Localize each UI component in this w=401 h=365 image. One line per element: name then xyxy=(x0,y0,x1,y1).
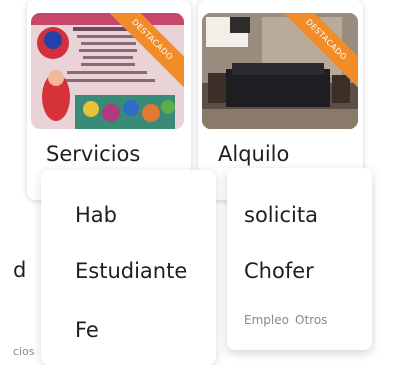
collage-image xyxy=(31,13,184,129)
bedroom-image xyxy=(202,13,358,129)
tag-empleo[interactable]: Empleo xyxy=(244,313,289,327)
category-panel-left: Hab Estudiante Fe xyxy=(41,170,216,365)
card-title[interactable]: Servicios xyxy=(46,142,140,166)
menu-item-solicita[interactable]: solicita xyxy=(244,203,318,227)
listing-image-collage[interactable]: DESTACADO xyxy=(31,13,184,129)
menu-item-fe[interactable]: Fe xyxy=(75,318,99,342)
menu-item-chofer[interactable]: Chofer xyxy=(244,259,314,283)
edge-text-small: cios xyxy=(13,345,35,358)
tag-otros[interactable]: Otros xyxy=(295,313,327,327)
listing-image-bedroom[interactable]: DESTACADO xyxy=(202,13,358,129)
menu-item-hab[interactable]: Hab xyxy=(75,203,117,227)
edge-text-letter: d xyxy=(13,258,27,282)
menu-item-estudiante[interactable]: Estudiante xyxy=(75,259,187,283)
category-panel-right: solicita Chofer Empleo Otros xyxy=(227,168,372,350)
card-title[interactable]: Alquilo xyxy=(218,142,289,166)
